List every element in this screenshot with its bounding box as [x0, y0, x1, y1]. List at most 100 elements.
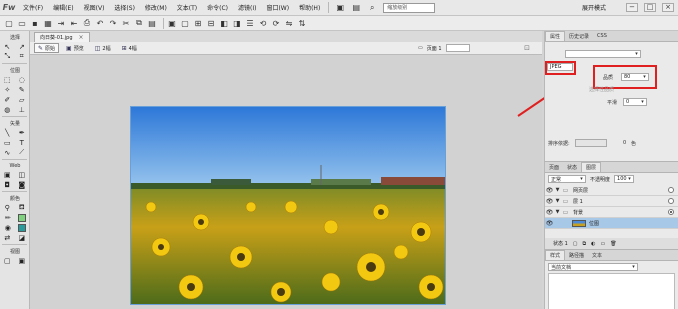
split-icon[interactable]: ⊟ [206, 18, 216, 28]
lasso-tool-icon[interactable]: ◌ [17, 75, 27, 84]
ungroup-icon[interactable]: ▢ [180, 18, 190, 28]
folder-add-icon[interactable]: ▭ [600, 241, 605, 247]
magic-wand-icon[interactable]: ✧ [2, 85, 12, 94]
send-back-icon[interactable]: ◨ [232, 18, 242, 28]
cut-icon[interactable]: ✂ [121, 18, 131, 28]
menu-filters[interactable]: 滤镜(I) [233, 3, 261, 12]
brush-tool-icon[interactable]: ✎ [17, 85, 27, 94]
page-select-box[interactable] [445, 44, 470, 52]
fullscreen-mode-icon[interactable]: ▣ [17, 256, 27, 265]
paste-icon[interactable]: ▤ [147, 18, 157, 28]
hotspot-tool-icon[interactable]: ▣ [2, 170, 12, 179]
group-icon[interactable]: ▣ [167, 18, 177, 28]
knife-tool-icon[interactable]: ⟋ [17, 148, 27, 157]
tab-history[interactable]: 历史记录 [565, 31, 593, 41]
sunflower-photo[interactable] [130, 106, 446, 305]
trash-icon[interactable]: 🗑 [610, 241, 616, 247]
sort-by-select[interactable] [575, 139, 607, 147]
print-icon[interactable]: ⎙ [82, 18, 92, 28]
rectangle-tool-icon[interactable]: ▭ [2, 138, 12, 147]
menu-view[interactable]: 视图(V) [79, 3, 110, 12]
eye-icon[interactable]: 👁 [545, 209, 554, 216]
layer-target-radio[interactable] [668, 209, 674, 215]
pencil-tool-icon[interactable]: ✐ [2, 95, 12, 104]
align-icon[interactable]: ☰ [245, 18, 255, 28]
layer-row[interactable]: 👁 ▼ ▭ 网页层 [545, 185, 678, 196]
scale-tool-icon[interactable]: ⤡ [2, 52, 12, 61]
menu-edit[interactable]: 编辑(E) [48, 3, 78, 12]
eyedropper-tool-icon[interactable]: ⚲ [2, 203, 12, 212]
menu-window[interactable]: 窗口(W) [261, 3, 294, 12]
layer-row[interactable]: 👁 位图 [545, 218, 678, 229]
minimize-button[interactable]: − [626, 3, 638, 12]
import-icon[interactable]: ⇥ [56, 18, 66, 28]
smoothing-select[interactable]: 0 ▾ [623, 98, 647, 106]
stroke-color-swatch[interactable] [18, 213, 27, 222]
new-layer-icon[interactable]: ▢ [573, 241, 578, 247]
export-icon[interactable]: ⇤ [69, 18, 79, 28]
workspace-switcher[interactable]: 展开模式 [582, 3, 606, 12]
bring-front-icon[interactable]: ◧ [219, 18, 229, 28]
collapse-icon[interactable]: ▼ [554, 209, 561, 215]
bridge-icon[interactable]: ▣ [335, 3, 345, 13]
pen-tool-icon[interactable]: ✒ [17, 128, 27, 137]
close-button[interactable]: × [662, 3, 674, 12]
eye-icon[interactable]: 👁 [545, 187, 554, 194]
duplicate-layer-icon[interactable]: ⧉ [583, 241, 587, 247]
eye-icon[interactable]: 👁 [545, 220, 554, 227]
standard-mode-icon[interactable]: ▢ [2, 256, 12, 265]
flip-h-icon[interactable]: ⇋ [284, 18, 294, 28]
text-tool-icon[interactable]: T [17, 138, 27, 147]
collapse-icon[interactable]: ▼ [554, 187, 561, 193]
opacity-input[interactable]: 100 ▾ [614, 175, 635, 183]
slice-tool-icon[interactable]: ◫ [17, 170, 27, 179]
new-file-icon[interactable]: ▢ [4, 18, 14, 28]
open-file-icon[interactable]: ▭ [17, 18, 27, 28]
subselect-tool-icon[interactable]: ↗ [17, 42, 27, 51]
tab-2up[interactable]: ◫ 2幅 [91, 43, 115, 53]
mask-icon[interactable]: ◐ [591, 241, 595, 247]
layout-icon[interactable]: ▤ [351, 3, 361, 13]
menu-file[interactable]: 文件(F) [18, 3, 48, 12]
layer-row[interactable]: 👁 ▼ ▭ 层 1 [545, 196, 678, 207]
maximize-button[interactable]: □ [644, 3, 656, 12]
magnify-icon[interactable]: ⌕ [367, 3, 377, 13]
save-as-icon[interactable]: ▦ [43, 18, 53, 28]
tab-pages[interactable]: 页面 [545, 162, 563, 172]
hide-slices-icon[interactable]: ◘ [2, 180, 12, 189]
tab-preview[interactable]: ▣ 预览 [62, 43, 88, 53]
tab-styles[interactable]: 样式 [545, 250, 566, 260]
tab-css[interactable]: CSS [593, 31, 611, 41]
zoom-level-select[interactable]: 缩放级别 [383, 2, 436, 13]
rotate-right-icon[interactable]: ⟳ [271, 18, 281, 28]
tab-path[interactable]: 路径描 [565, 250, 588, 260]
pointer-tool-icon[interactable]: ↖ [2, 42, 12, 51]
flip-v-icon[interactable]: ⇅ [297, 18, 307, 28]
blur-tool-icon[interactable]: ◍ [2, 105, 12, 114]
default-colors-icon[interactable]: ◪ [17, 233, 27, 242]
fill-color-swatch[interactable] [18, 223, 27, 232]
tab-4up[interactable]: ⊞ 4幅 [118, 43, 141, 53]
tab-layers[interactable]: 图层 [581, 162, 602, 172]
layer-row[interactable]: 👁 ▼ ▭ 背景 [545, 207, 678, 218]
stroke-color-icon[interactable]: ✏ [3, 213, 13, 222]
tab-states[interactable]: 状态 [563, 162, 581, 172]
menu-modify[interactable]: 修改(M) [140, 3, 172, 12]
copy-icon[interactable]: ⧉ [134, 18, 144, 28]
fill-color-icon[interactable]: ◉ [3, 223, 13, 232]
document-tab[interactable]: 向日葵-01.jpg × [34, 32, 90, 42]
undo-icon[interactable]: ↶ [95, 18, 105, 28]
canvas-area[interactable] [30, 55, 542, 309]
menu-text[interactable]: 文本(T) [172, 3, 202, 12]
blend-mode-select[interactable]: 正常 ▾ [548, 175, 586, 183]
layer-target-radio[interactable] [668, 198, 674, 204]
crop-tool-icon[interactable]: ⌗ [17, 52, 27, 61]
panel-options-icon[interactable]: ⊡ [524, 44, 530, 52]
join-icon[interactable]: ⊞ [193, 18, 203, 28]
line-tool-icon[interactable]: ╲ [2, 128, 12, 137]
menu-select[interactable]: 选择(S) [109, 3, 140, 12]
menu-commands[interactable]: 命令(C) [202, 3, 233, 12]
collapse-icon[interactable]: ▼ [554, 198, 561, 204]
menu-help[interactable]: 帮助(H) [294, 3, 325, 12]
freeform-tool-icon[interactable]: ∿ [2, 148, 12, 157]
